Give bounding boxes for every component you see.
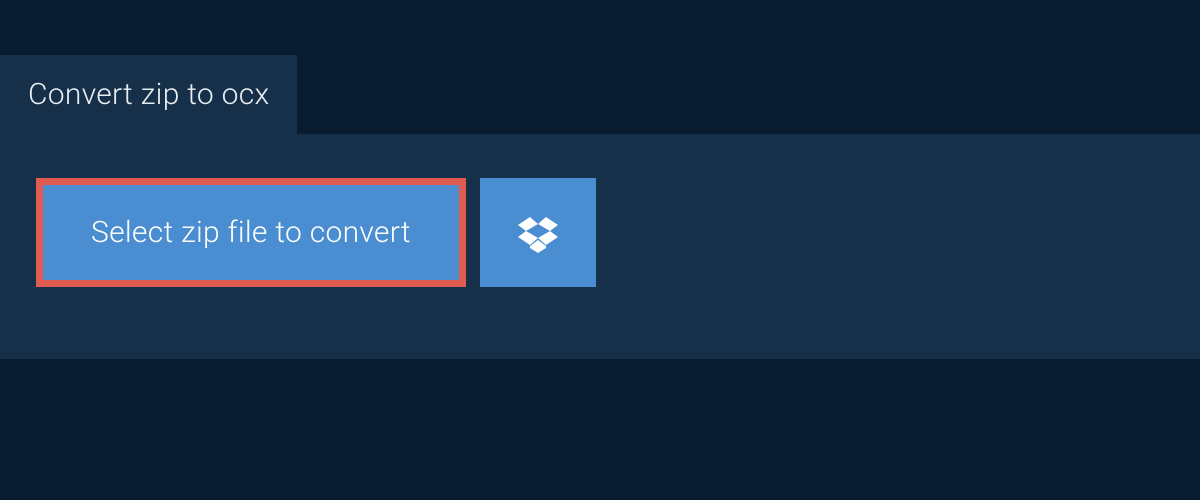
- dropbox-button[interactable]: [480, 178, 596, 287]
- tab-bar: Convert zip to ocx: [0, 0, 1200, 134]
- select-file-button-label: Select zip file to convert: [91, 215, 411, 250]
- tab-label: Convert zip to ocx: [28, 77, 269, 112]
- converter-panel: Select zip file to convert: [0, 134, 1200, 359]
- tab-convert[interactable]: Convert zip to ocx: [0, 55, 297, 134]
- dropbox-icon: [518, 213, 558, 253]
- select-file-button[interactable]: Select zip file to convert: [36, 178, 466, 287]
- button-row: Select zip file to convert: [36, 178, 1164, 287]
